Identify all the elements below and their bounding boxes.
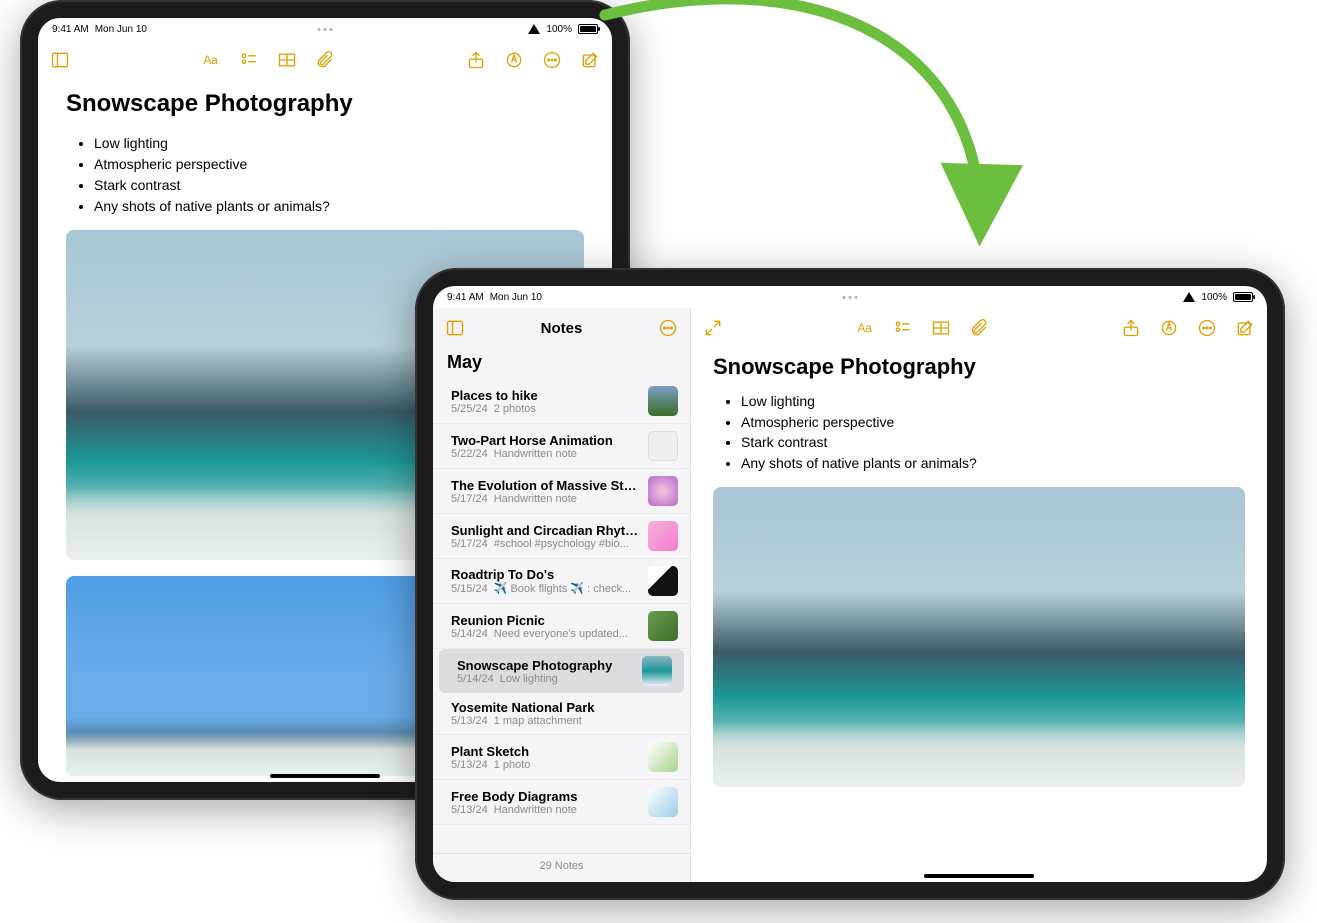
screen-landscape: 9:41 AM Mon Jun 10 100% Notes M: [433, 286, 1267, 882]
bullet-item: Stark contrast: [94, 176, 584, 195]
table-icon[interactable]: [277, 50, 297, 70]
share-icon[interactable]: [466, 50, 486, 70]
status-date: Mon Jun 10: [490, 292, 542, 303]
note-item-thumb: [648, 521, 678, 551]
note-item-title: Plant Sketch: [451, 744, 640, 759]
bullet-item: Stark contrast: [741, 433, 1245, 452]
note-item-title: Reunion Picnic: [451, 613, 640, 628]
note-list-item[interactable]: Free Body Diagrams5/13/24Handwritten not…: [433, 780, 690, 825]
note-list-item[interactable]: Plant Sketch5/13/241 photo: [433, 735, 690, 780]
note-body-landscape[interactable]: Snowscape Photography Low lighting Atmos…: [691, 348, 1267, 882]
multitask-pill[interactable]: [843, 296, 858, 299]
bullet-item: Low lighting: [741, 392, 1245, 411]
note-item-title: Roadtrip To Do's: [451, 567, 640, 582]
note-toolbar: Aa: [691, 308, 1267, 348]
sidebar-toggle-icon[interactable]: [445, 318, 465, 338]
note-item-thumb: [642, 656, 672, 686]
share-icon[interactable]: [1121, 318, 1141, 338]
home-indicator[interactable]: [270, 774, 380, 778]
note-list-item[interactable]: Two-Part Horse Animation5/22/24Handwritt…: [433, 424, 690, 469]
note-item-meta: 5/22/24Handwritten note: [451, 448, 640, 460]
sidebar-title: Notes: [541, 320, 583, 337]
sidebar-header: Notes: [433, 308, 690, 348]
status-time: 9:41 AM: [447, 292, 484, 303]
expand-icon[interactable]: [703, 318, 723, 338]
format-icon[interactable]: Aa: [855, 318, 875, 338]
more-icon[interactable]: [1197, 318, 1217, 338]
battery-pct: 100%: [546, 24, 572, 35]
note-item-meta: 5/17/24Handwritten note: [451, 493, 640, 505]
note-item-meta: 5/13/241 photo: [451, 759, 640, 771]
more-icon[interactable]: [542, 50, 562, 70]
bullet-item: Any shots of native plants or animals?: [94, 197, 584, 216]
attach-icon[interactable]: [969, 318, 989, 338]
compose-icon[interactable]: [1235, 318, 1255, 338]
markup-icon[interactable]: [1159, 318, 1179, 338]
checklist-icon[interactable]: [239, 50, 259, 70]
bullet-item: Low lighting: [94, 134, 584, 153]
note-list-item[interactable]: Sunlight and Circadian Rhyth...5/17/24#s…: [433, 514, 690, 559]
note-title: Snowscape Photography: [713, 352, 1245, 382]
note-bullets: Low lighting Atmospheric perspective Sta…: [66, 134, 584, 216]
note-item-thumb: [648, 476, 678, 506]
sidebar-section-heading: May: [433, 348, 690, 379]
note-item-title: The Evolution of Massive Star...: [451, 478, 640, 493]
note-item-thumb: [648, 787, 678, 817]
note-title: Snowscape Photography: [66, 88, 584, 120]
home-indicator[interactable]: [924, 874, 1034, 878]
note-item-title: Snowscape Photography: [457, 658, 634, 673]
note-item-thumb: [648, 742, 678, 772]
note-item-meta: 5/17/24#school #psychology #bio...: [451, 538, 640, 550]
note-item-meta: 5/14/24Low lighting: [457, 673, 634, 685]
svg-text:Aa: Aa: [204, 54, 219, 67]
note-item-title: Places to hike: [451, 388, 640, 403]
compose-icon[interactable]: [580, 50, 600, 70]
note-toolbar: Aa: [38, 40, 612, 80]
note-list-item[interactable]: Places to hike5/25/242 photos: [433, 379, 690, 424]
bullet-item: Any shots of native plants or animals?: [741, 454, 1245, 473]
wifi-icon: [1183, 292, 1195, 302]
battery-icon: [578, 24, 598, 34]
battery-icon: [1233, 292, 1253, 302]
markup-icon[interactable]: [504, 50, 524, 70]
note-item-meta: 5/25/242 photos: [451, 403, 640, 415]
multitask-pill[interactable]: [318, 28, 333, 31]
note-item-title: Free Body Diagrams: [451, 789, 640, 804]
format-icon[interactable]: Aa: [201, 50, 221, 70]
bullet-item: Atmospheric perspective: [94, 155, 584, 174]
bullet-item: Atmospheric perspective: [741, 413, 1245, 432]
ipad-landscape: 9:41 AM Mon Jun 10 100% Notes M: [415, 268, 1285, 900]
battery-pct: 100%: [1201, 292, 1227, 303]
note-photo-1[interactable]: [713, 487, 1245, 787]
note-item-title: Yosemite National Park: [451, 700, 678, 715]
note-list-item[interactable]: Yosemite National Park5/13/241 map attac…: [433, 693, 690, 735]
table-icon[interactable]: [931, 318, 951, 338]
note-list-item[interactable]: Reunion Picnic5/14/24Need everyone's upd…: [433, 604, 690, 649]
note-list-item[interactable]: Snowscape Photography5/14/24Low lighting: [439, 649, 684, 693]
note-item-meta: 5/13/241 map attachment: [451, 715, 678, 727]
notes-sidebar: Notes May Places to hike5/25/242 photosT…: [433, 308, 691, 882]
note-item-thumb: [648, 431, 678, 461]
note-list-item[interactable]: The Evolution of Massive Star...5/17/24H…: [433, 469, 690, 514]
note-item-meta: 5/14/24Need everyone's updated...: [451, 628, 640, 640]
note-item-meta: 5/13/24Handwritten note: [451, 804, 640, 816]
attach-icon[interactable]: [315, 50, 335, 70]
status-date: Mon Jun 10: [95, 24, 147, 35]
note-item-title: Sunlight and Circadian Rhyth...: [451, 523, 640, 538]
note-item-meta: 5/15/24✈️ Book flights ✈️ : check...: [451, 582, 640, 595]
sidebar-toggle-icon[interactable]: [50, 50, 70, 70]
note-main: Aa: [691, 308, 1267, 882]
note-item-thumb: [648, 611, 678, 641]
checklist-icon[interactable]: [893, 318, 913, 338]
note-item-thumb: [648, 566, 678, 596]
note-item-thumb: [648, 386, 678, 416]
svg-text:Aa: Aa: [858, 322, 873, 335]
sidebar-more-icon[interactable]: [658, 318, 678, 338]
note-list-item[interactable]: Roadtrip To Do's5/15/24✈️ Book flights ✈…: [433, 559, 690, 604]
status-time: 9:41 AM: [52, 24, 89, 35]
wifi-icon: [528, 24, 540, 34]
sidebar-footer: 29 Notes: [433, 853, 690, 882]
note-item-title: Two-Part Horse Animation: [451, 433, 640, 448]
note-bullets: Low lighting Atmospheric perspective Sta…: [713, 392, 1245, 474]
